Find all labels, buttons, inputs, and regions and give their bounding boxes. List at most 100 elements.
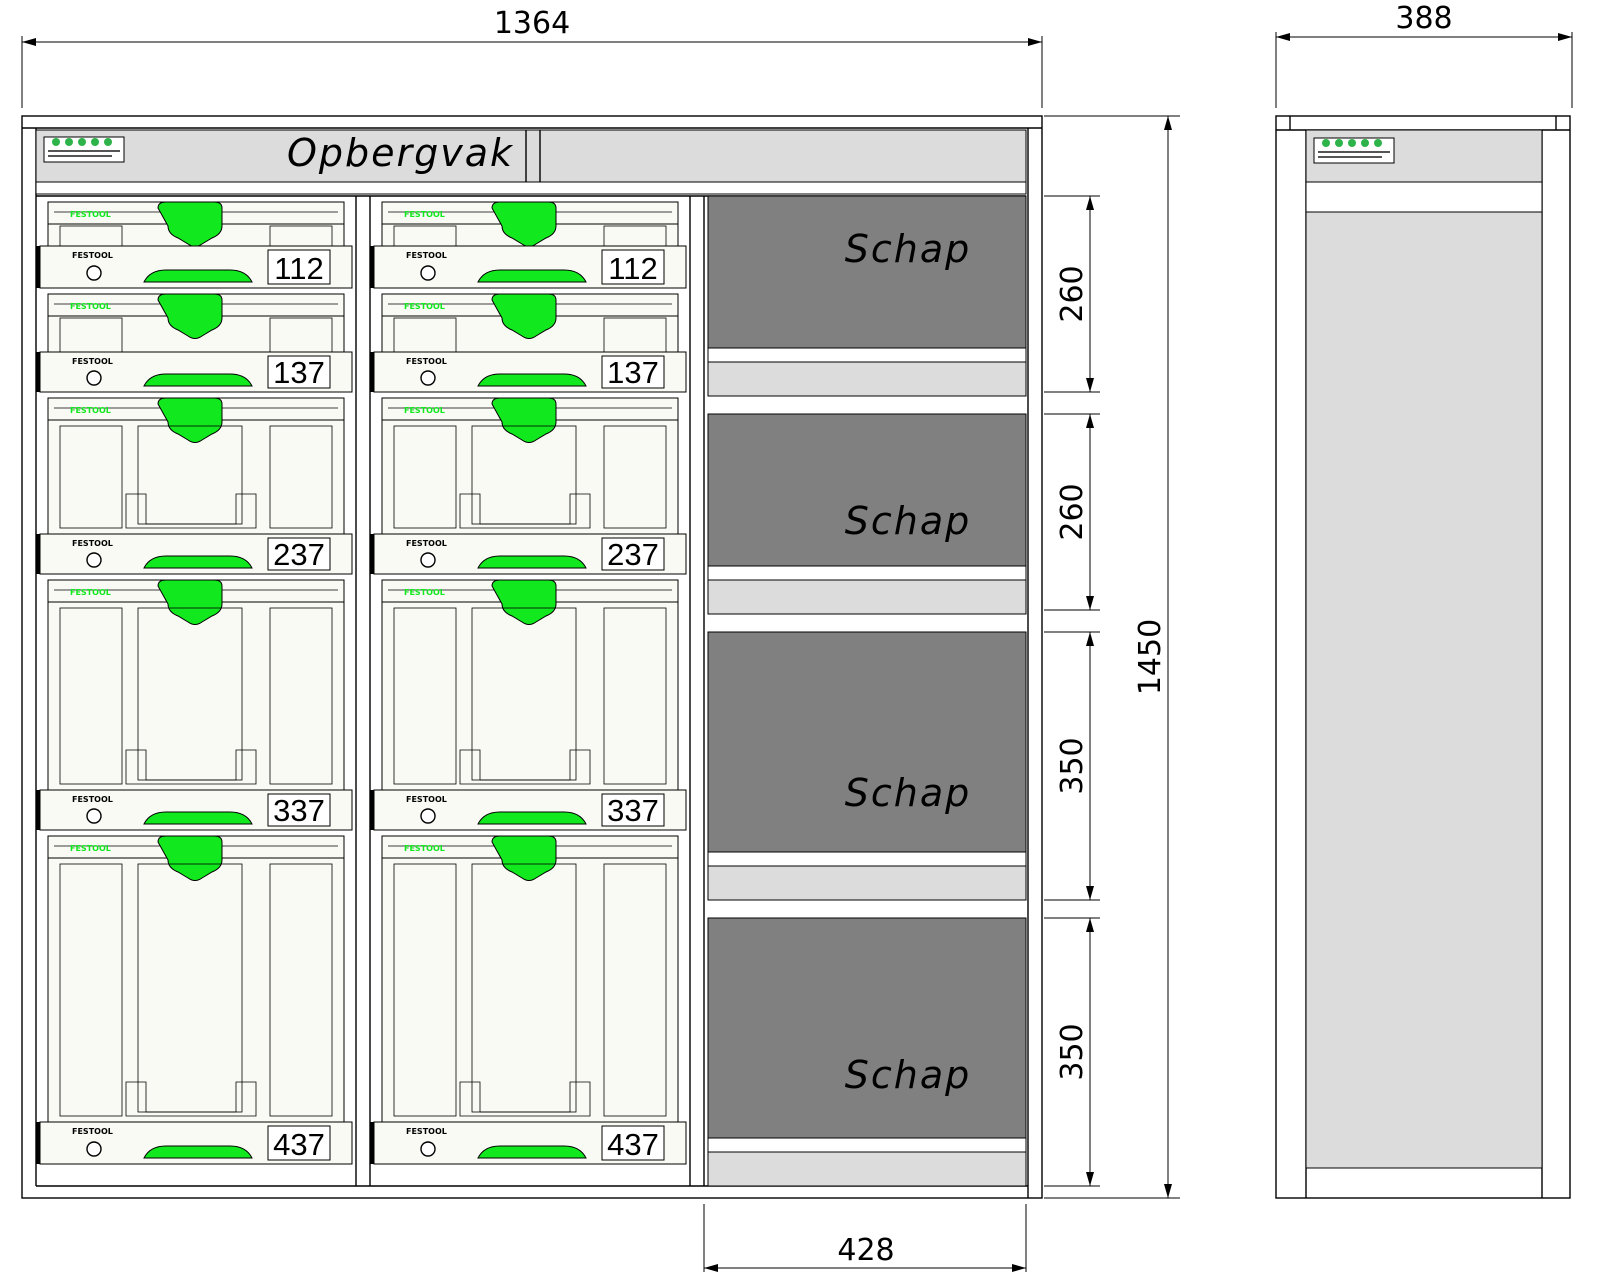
shelf-4: Schap (707, 917, 1027, 1187)
systainer-front-handle (143, 1145, 253, 1159)
systainer-lock-icon (86, 1141, 102, 1157)
festool-logo: FESTOOL (70, 844, 111, 853)
shelf-board (707, 865, 1027, 901)
systainer-front-handle (143, 373, 253, 387)
shelf-1: Schap (707, 195, 1027, 397)
festool-logo: FESTOOL (404, 210, 445, 219)
systainer-size-label: 112 (608, 251, 657, 286)
systainer-112-col1: FESTOOL FESTOOL 112 (36, 201, 353, 289)
shelf-height-label: 260 (1055, 483, 1090, 540)
systainer-front-handle (143, 555, 253, 569)
dimension-shelf-width-label: 428 (837, 1233, 894, 1268)
systainer-337-col1: FESTOOL FESTOOL 337 (36, 579, 353, 831)
systainer-front-handle (477, 555, 587, 569)
festool-logo: FESTOOL (70, 588, 111, 597)
cabinet-side-view (1275, 115, 1571, 1199)
systainer-lock-icon (420, 265, 436, 281)
shelf-label: Schap (845, 499, 972, 543)
systainer-front-handle (143, 811, 253, 825)
dimension-shelf-width: 428 (703, 1204, 1027, 1272)
side-logo-plate (1313, 137, 1395, 164)
shelf-board (707, 579, 1027, 615)
festool-logo: FESTOOL (404, 406, 445, 415)
festool-front-logo: FESTOOL (406, 251, 447, 260)
systainer-lock-icon (86, 265, 102, 281)
shelf-height-dimension-3: 350 (1044, 631, 1100, 901)
systainer-437-col2: FESTOOL FESTOOL 437 (370, 835, 687, 1165)
logo-plate (43, 136, 125, 163)
systainer-stacks: FESTOOLFESTOOL 112FESTOOLFESTOOL 137FESTOO… (36, 201, 687, 1165)
shelf-column: Schap Schap Schap Schap (707, 195, 1027, 1187)
festool-front-logo: FESTOOL (406, 539, 447, 548)
festool-front-logo: FESTOOL (406, 795, 447, 804)
systainer-437-col1: FESTOOL FESTOOL 437 (36, 835, 353, 1165)
systainer-lock-icon (420, 808, 436, 824)
systainer-lock-icon (420, 552, 436, 568)
systainer-size-label: 112 (274, 251, 323, 286)
dimension-depth-label: 388 (1395, 1, 1452, 36)
shelf-edge (707, 565, 1027, 581)
systainer-front-handle (477, 1145, 587, 1159)
systainer-size-label: 337 (273, 793, 325, 828)
systainer-137-col2: FESTOOL FESTOOL 137 (370, 293, 687, 393)
systainer-front-handle (143, 269, 253, 283)
systainer-size-label: 137 (273, 355, 325, 390)
shelf-label: Schap (845, 227, 972, 271)
shelf-height-dimension-1: 260 (1044, 195, 1100, 393)
systainer-337-col2: FESTOOL FESTOOL 337 (370, 579, 687, 831)
systainer-size-label: 437 (607, 1127, 659, 1162)
shelf-height-dimension-4: 350 (1044, 917, 1100, 1187)
systainer-size-label: 237 (607, 537, 659, 572)
systainer-237-col2: FESTOOL FESTOOL 237 (370, 397, 687, 575)
festool-front-logo: FESTOOL (72, 251, 113, 260)
festool-logo: FESTOOL (70, 210, 111, 219)
cabinet-drawing: 1364 388 Opbergvak FESTOOLFESTOOL 112FES… (21, 1, 1573, 1272)
top-compartment-label: Opbergvak (287, 131, 514, 175)
festool-front-logo: FESTOOL (406, 357, 447, 366)
systainer-size-label: 237 (273, 537, 325, 572)
systainer-lock-icon (86, 370, 102, 386)
shelf-board (707, 361, 1027, 397)
systainer-237-col1: FESTOOL FESTOOL 237 (36, 397, 353, 575)
systainer-137-col1: FESTOOL FESTOOL 137 (36, 293, 353, 393)
dimension-height-label: 1450 (1133, 619, 1168, 695)
systainer-front-handle (477, 811, 587, 825)
festool-logo: FESTOOL (404, 588, 445, 597)
shelf-edge (707, 851, 1027, 867)
systainer-lock-icon (420, 1141, 436, 1157)
festool-front-logo: FESTOOL (406, 1127, 447, 1136)
dimension-depth: 388 (1275, 1, 1573, 108)
systainer-112-col2: FESTOOL FESTOOL 112 (370, 201, 687, 289)
dimension-width: 1364 (21, 6, 1043, 108)
festool-front-logo: FESTOOL (72, 795, 113, 804)
shelf-bin (707, 413, 1027, 567)
festool-logo: FESTOOL (404, 844, 445, 853)
systainer-front-handle (477, 373, 587, 387)
systainer-lock-icon (86, 808, 102, 824)
festool-logo: FESTOOL (404, 302, 445, 311)
festool-front-logo: FESTOOL (72, 539, 113, 548)
dimension-width-label: 1364 (494, 6, 570, 41)
shelf-bin (707, 631, 1027, 853)
shelf-bin (707, 917, 1027, 1139)
shelf-label: Schap (845, 1053, 972, 1097)
shelf-height-dimensions: 260 260 350 350 (1044, 195, 1100, 1187)
shelf-edge (707, 1137, 1027, 1153)
systainer-lock-icon (86, 552, 102, 568)
shelf-height-label: 350 (1055, 737, 1090, 794)
festool-front-logo: FESTOOL (72, 357, 113, 366)
systainer-front-handle (477, 269, 587, 283)
festool-logo: FESTOOL (70, 302, 111, 311)
shelf-height-label: 260 (1055, 265, 1090, 322)
shelf-board (707, 1151, 1027, 1187)
shelf-bin (707, 195, 1027, 349)
systainer-size-label: 337 (607, 793, 659, 828)
shelf-3: Schap (707, 631, 1027, 901)
festool-logo: FESTOOL (70, 406, 111, 415)
shelf-2: Schap (707, 413, 1027, 615)
festool-front-logo: FESTOOL (72, 1127, 113, 1136)
shelf-height-label: 350 (1055, 1023, 1090, 1080)
systainer-size-label: 137 (607, 355, 659, 390)
shelf-label: Schap (845, 771, 972, 815)
shelf-height-dimension-2: 260 (1044, 413, 1100, 611)
